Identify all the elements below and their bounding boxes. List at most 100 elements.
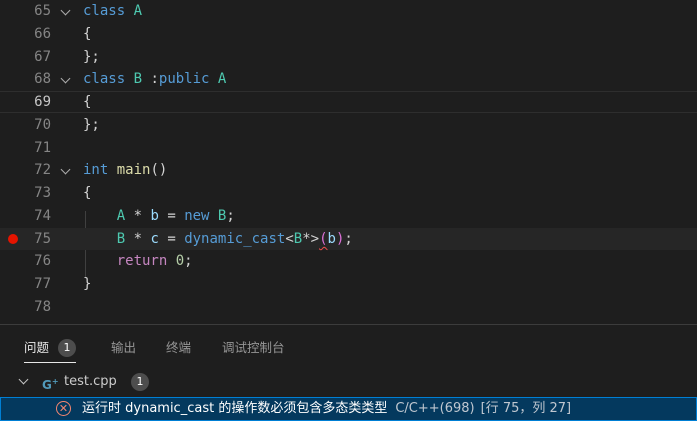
code-line[interactable]: 67};: [0, 46, 697, 68]
code-token: B: [116, 231, 126, 247]
line-number: 70: [34, 117, 51, 133]
code-line[interactable]: 73 {: [0, 182, 697, 204]
code-token: c: [150, 231, 159, 247]
line-number: 78: [34, 299, 51, 315]
code-text: {: [83, 182, 91, 204]
code-token: <: [285, 231, 294, 247]
code-line[interactable]: 68 class B :public A: [0, 68, 697, 90]
code-token: B: [133, 71, 143, 87]
line-number: 76: [34, 253, 51, 269]
code-token: main: [116, 162, 151, 178]
code-token: public: [158, 71, 210, 87]
line-number: 74: [34, 208, 51, 224]
code-line[interactable]: 75 B * c = dynamic_cast<B*>(b);: [0, 228, 697, 250]
error-icon: ✕: [56, 401, 71, 416]
line-number: 65: [34, 3, 51, 19]
code-line[interactable]: 69 {: [0, 91, 697, 113]
code-token: A: [217, 71, 227, 87]
code-line[interactable]: 77}: [0, 273, 697, 295]
code-line[interactable]: 70};: [0, 114, 697, 136]
code-line[interactable]: 65 class A: [0, 0, 697, 22]
problem-location: [行 75，列 27]: [480, 401, 572, 416]
cpp-icon-letter: G: [42, 378, 52, 392]
code-token: };: [83, 49, 100, 65]
vscode-window: 65 class A 66 {67}; 68 class B :public A 69 {70…: [0, 0, 697, 421]
cpp-icon-plus: +: [51, 377, 59, 386]
file-name: test.cpp: [64, 374, 117, 389]
tab-debug-console-label: 调试控制台: [222, 340, 285, 355]
code-text: };: [83, 46, 100, 68]
line-number: 71: [34, 140, 51, 156]
code-token: return: [116, 253, 168, 269]
line-number: 67: [34, 49, 51, 65]
code-token: =: [158, 208, 185, 224]
code-text: {: [83, 92, 91, 114]
fold-chevron-icon[interactable]: [60, 164, 71, 175]
code-line[interactable]: 66 {: [0, 23, 697, 45]
code-token: };: [83, 117, 100, 133]
code-line[interactable]: 76 return 0;: [0, 250, 697, 272]
code-text: }: [83, 273, 91, 295]
code-token: b: [150, 208, 159, 224]
code-token: {: [83, 185, 92, 201]
line-number: 68: [34, 71, 51, 87]
code-line[interactable]: 74 A * b = new B;: [0, 205, 697, 227]
tab-debug-console[interactable]: 调试控制台: [222, 339, 285, 361]
line-number: 77: [34, 276, 51, 292]
code-text: return 0;: [83, 250, 193, 272]
code-token: *: [125, 208, 151, 224]
problem-message: 运行时 dynamic_cast 的操作数必须包含多态类类型: [82, 401, 388, 416]
code-text: A * b = new B;: [83, 205, 235, 227]
fold-chevron-icon[interactable]: [60, 5, 71, 16]
tab-terminal-label: 终端: [166, 340, 192, 355]
code-token: {: [83, 26, 92, 42]
code-token: }: [83, 276, 92, 292]
fold-chevron-icon[interactable]: [60, 73, 71, 84]
code-line[interactable]: 71: [0, 137, 697, 159]
code-text: B * c = dynamic_cast<B*>(b);: [83, 228, 353, 250]
code-token: A: [116, 208, 126, 224]
code-token: class: [83, 3, 126, 19]
tab-problems[interactable]: 问题 1: [24, 339, 77, 363]
code-token: new: [184, 208, 210, 224]
code-text: class B :public A: [83, 68, 226, 90]
tab-output[interactable]: 输出: [111, 339, 136, 361]
problem-file-group[interactable]: G+ test.cpp 1: [0, 371, 697, 393]
code-line[interactable]: 72 int main(): [0, 159, 697, 181]
problems-panel: 问题 1 输出 终端 调试控制台 G+ test.cpp 1 ✕ 运行时 dyna…: [0, 324, 697, 421]
code-token: (: [319, 231, 328, 247]
code-token: class: [83, 71, 126, 87]
line-number: 75: [34, 231, 51, 247]
code-token: b: [327, 231, 336, 247]
code-line[interactable]: 78: [0, 296, 697, 318]
panel-tabs: 问题 1 输出 终端 调试控制台: [0, 325, 697, 365]
code-token: *: [125, 231, 151, 247]
problem-item[interactable]: ✕ 运行时 dynamic_cast 的操作数必须包含多态类类型 C/C++(69…: [0, 397, 697, 421]
code-text: int main(): [83, 159, 167, 181]
tab-problems-label: 问题: [24, 340, 50, 355]
line-number: 73: [34, 185, 51, 201]
code-text: {: [83, 23, 91, 45]
code-token: ;: [184, 253, 193, 269]
file-problem-count-badge: 1: [131, 373, 149, 391]
code-editor[interactable]: 65 class A 66 {67}; 68 class B :public A 69 {70…: [0, 0, 697, 324]
problems-count-badge: 1: [58, 339, 77, 357]
code-text: class A: [83, 0, 142, 22]
cpp-file-icon: G+: [42, 371, 59, 396]
chevron-down-icon[interactable]: [18, 374, 29, 385]
tab-terminal[interactable]: 终端: [166, 339, 191, 361]
code-token: int: [83, 162, 109, 178]
code-token: =: [158, 231, 185, 247]
line-number: 66: [34, 26, 51, 42]
code-token: ;: [344, 231, 353, 247]
line-number: 72: [34, 162, 51, 178]
code-token: ;: [226, 208, 235, 224]
code-token: (): [150, 162, 168, 178]
